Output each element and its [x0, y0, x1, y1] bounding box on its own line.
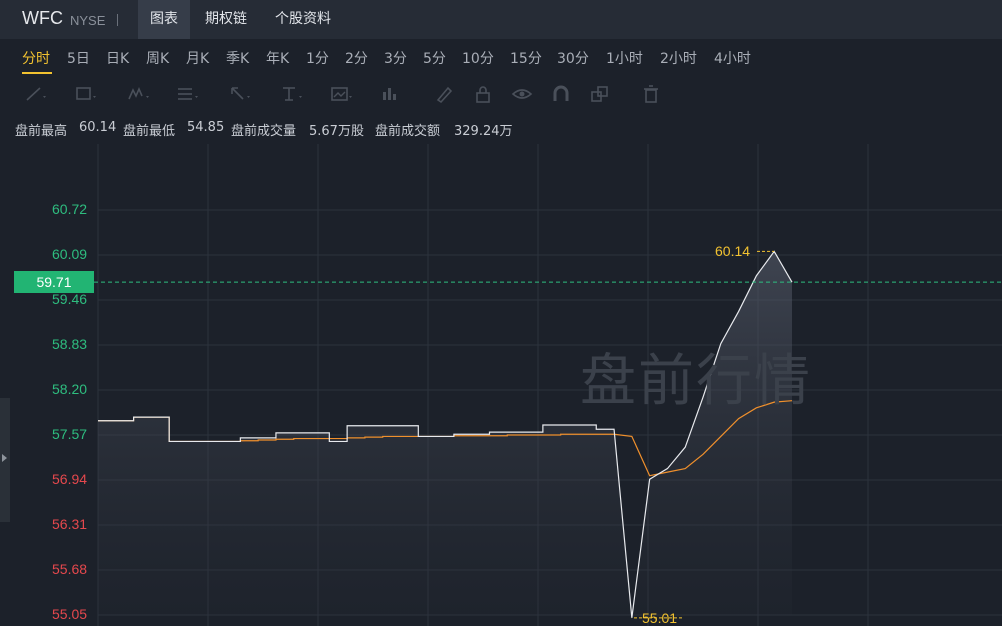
y-axis-label: 60.72 [52, 201, 88, 217]
tab-company-profile[interactable]: 个股资料 [263, 0, 343, 39]
eye-icon[interactable] [511, 84, 535, 104]
premarket-low-value: 54.85 [187, 120, 225, 135]
y-axis-label: 60.09 [52, 246, 88, 262]
period-1hour[interactable]: 1小时 [606, 48, 643, 68]
period-intraday[interactable]: 分时 [22, 48, 50, 68]
fibonacci-tool-icon[interactable] [176, 84, 200, 104]
divider [117, 14, 118, 26]
period-2hour[interactable]: 2小时 [660, 48, 697, 68]
period-1min[interactable]: 1分 [306, 48, 329, 68]
high-price-label: 60.14 [715, 243, 751, 259]
exchange-label: NYSE [70, 13, 106, 28]
line-tool-icon[interactable] [24, 84, 48, 104]
y-axis-label: 55.68 [52, 561, 88, 577]
rectangle-tool-icon[interactable] [74, 84, 98, 104]
y-axis-label: 56.31 [52, 516, 88, 532]
premarket-high-label: 盘前最高 [15, 124, 68, 139]
premarket-high-value: 60.14 [79, 120, 117, 135]
arrow-tool-icon[interactable] [228, 84, 252, 104]
period-5day[interactable]: 5日 [67, 48, 90, 68]
premarket-low-label: 盘前最低 [123, 124, 176, 139]
ticker-symbol: WFC [22, 8, 63, 28]
period-30min[interactable]: 30分 [557, 48, 589, 68]
active-period-underline [22, 72, 52, 74]
premarket-watermark: 盘前行情 [580, 349, 812, 414]
period-selector: 分时 5日 日K 周K 月K 季K 年K 1分 2分 3分 5分 10分 15分… [0, 39, 1002, 75]
y-axis-label: 55.05 [52, 606, 88, 622]
wave-tool-icon[interactable] [127, 84, 151, 104]
premarket-amount-value: 329.24万 [454, 124, 513, 139]
current-price-tag: 59.71 [14, 271, 94, 293]
layers-icon[interactable] [589, 84, 613, 104]
period-15min[interactable]: 15分 [510, 48, 542, 68]
top-bar: WFC NYSE 图表 期权链 个股资料 [0, 0, 1002, 39]
brush-icon[interactable] [433, 84, 457, 104]
y-axis-label: 56.94 [52, 471, 88, 487]
period-3min[interactable]: 3分 [384, 48, 407, 68]
premarket-volume-label: 盘前成交量 [231, 124, 297, 139]
tab-chart[interactable]: 图表 [138, 0, 190, 39]
low-price-label: 55.01 [642, 610, 678, 626]
drawing-toolbar [14, 76, 1002, 114]
period-quarterly[interactable]: 季K [226, 48, 249, 68]
y-axis-label: 58.83 [52, 336, 88, 352]
period-5min[interactable]: 5分 [423, 48, 446, 68]
text-tool-icon[interactable] [280, 84, 304, 104]
trash-icon[interactable] [640, 84, 664, 104]
period-4hour[interactable]: 4小时 [714, 48, 751, 68]
image-tool-icon[interactable] [330, 84, 354, 104]
intraday-chart[interactable] [0, 144, 1002, 626]
period-10min[interactable]: 10分 [462, 48, 494, 68]
period-weekly[interactable]: 周K [146, 48, 169, 68]
y-axis-label: 57.57 [52, 426, 88, 442]
y-axis-label: 59.46 [52, 291, 88, 307]
lock-icon[interactable] [472, 84, 496, 104]
period-2min[interactable]: 2分 [345, 48, 368, 68]
period-daily[interactable]: 日K [106, 48, 129, 68]
period-yearly[interactable]: 年K [266, 48, 289, 68]
magnet-icon[interactable] [550, 84, 574, 104]
premarket-volume-value: 5.67万股 [309, 124, 364, 139]
expand-arrow-icon[interactable] [2, 454, 7, 462]
tab-options-chain[interactable]: 期权链 [193, 0, 259, 39]
y-axis-label: 58.20 [52, 381, 88, 397]
measure-tool-icon[interactable] [380, 84, 404, 104]
period-monthly[interactable]: 月K [186, 48, 209, 68]
premarket-stats: 盘前最高 60.14 盘前最低 54.85 盘前成交量 5.67万股 盘前成交额… [0, 116, 1002, 142]
premarket-amount-label: 盘前成交额 [375, 124, 441, 139]
